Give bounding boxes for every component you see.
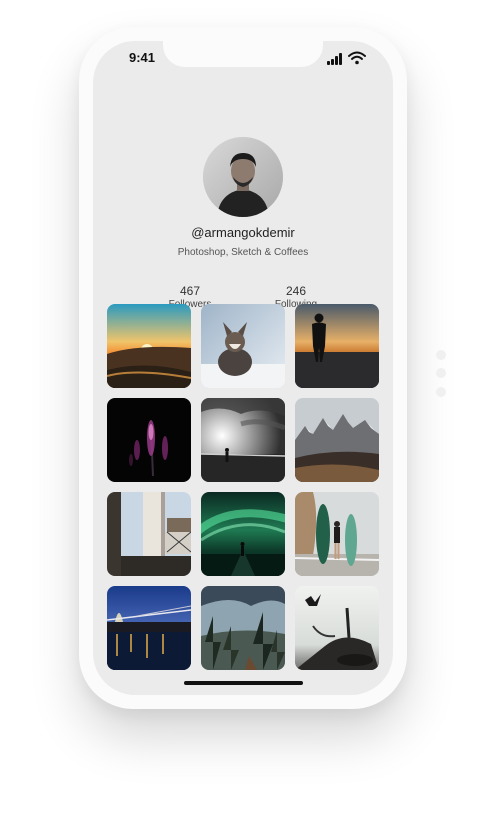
photo-aurora-road[interactable]: [201, 492, 285, 576]
avatar[interactable]: [203, 137, 283, 217]
pager-dot-3[interactable]: [436, 387, 446, 397]
signal-icon: [327, 53, 345, 65]
photo-sunset-hills[interactable]: [107, 304, 191, 388]
status-time: 9:41: [129, 50, 156, 65]
following-count: 246: [285, 284, 307, 298]
photo-snowy-mountains[interactable]: [295, 398, 379, 482]
followers-count: 467: [179, 284, 201, 298]
wifi-icon: [348, 51, 366, 65]
pager-dot-2[interactable]: [436, 368, 446, 378]
photo-surfers-boards[interactable]: [295, 492, 379, 576]
photo-person-seaside-bw[interactable]: [201, 398, 285, 482]
photo-city-buildings[interactable]: [107, 492, 191, 576]
home-indicator[interactable]: [184, 681, 303, 685]
pager-dot-1[interactable]: [436, 350, 446, 360]
photo-purple-flowers-dark[interactable]: [107, 398, 191, 482]
profile-screen: 9:41 @armangokdemir Photoshop, Sketch & …: [93, 41, 393, 695]
photo-driftwood-bird[interactable]: [295, 586, 379, 670]
avatar-photo: [203, 137, 283, 217]
photo-corgi-snow[interactable]: [201, 304, 285, 388]
phone-frame: 9:41 @armangokdemir Photoshop, Sketch & …: [79, 27, 407, 709]
photo-bridge-night-city[interactable]: [107, 586, 191, 670]
photo-pine-forest[interactable]: [201, 586, 285, 670]
phone-notch: [163, 41, 323, 67]
profile-bio: Photoshop, Sketch & Coffees: [177, 247, 309, 258]
profile-username: @armangokdemir: [191, 225, 295, 240]
photo-person-beach-sunset[interactable]: [295, 304, 379, 388]
